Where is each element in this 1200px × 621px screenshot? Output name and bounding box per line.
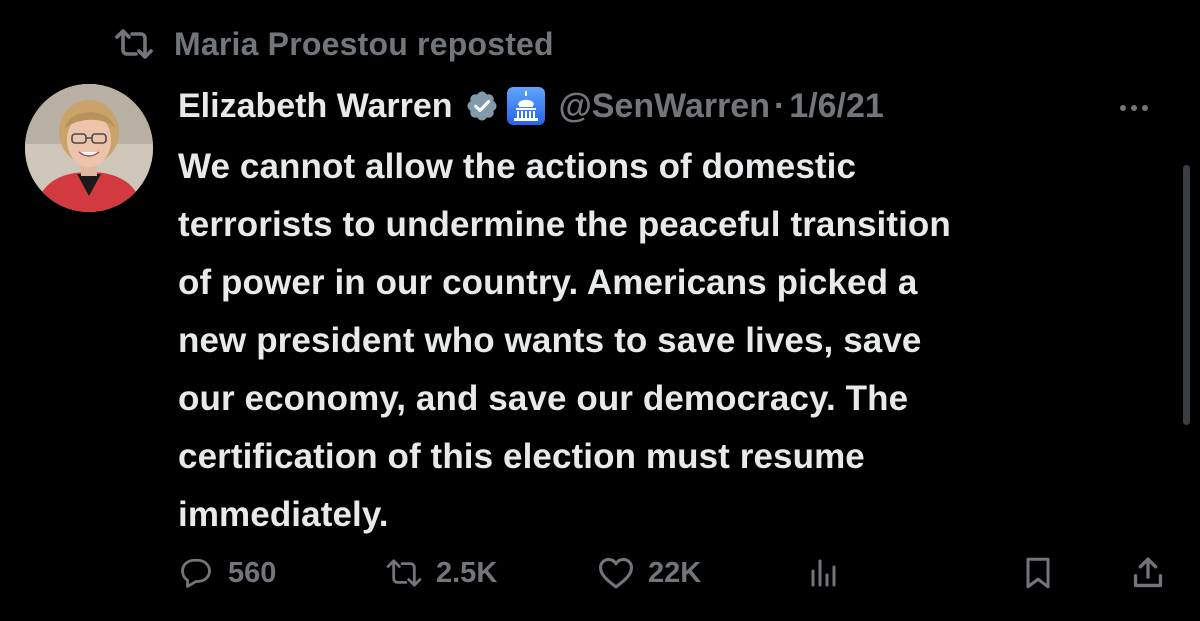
tweet-line: new president who wants to save lives, s… <box>178 321 922 360</box>
share-button[interactable] <box>1128 548 1168 598</box>
repost-text[interactable]: Maria Proestou reposted <box>174 26 554 63</box>
tweet-line: immediately. <box>178 495 389 534</box>
author-name[interactable]: Elizabeth Warren <box>178 87 453 126</box>
tweet-line: certification of this election must resu… <box>178 437 865 476</box>
action-bar: 560 2.5K 22K <box>176 548 1176 598</box>
verified-badge-icon[interactable] <box>465 88 501 124</box>
avatar[interactable] <box>25 84 153 212</box>
share-icon <box>1128 553 1168 593</box>
more-options-icon[interactable] <box>1114 88 1154 128</box>
reply-count: 560 <box>228 556 277 589</box>
repost-indicator[interactable]: Maria Proestou reposted <box>114 22 554 66</box>
like-count: 22K <box>648 556 702 589</box>
heart-icon <box>596 553 636 593</box>
repost-icon <box>114 24 158 64</box>
like-button[interactable]: 22K <box>596 548 701 598</box>
reply-button[interactable]: 560 <box>176 548 276 598</box>
tweet-line: We cannot allow the actions of domestic <box>178 147 857 186</box>
views-icon <box>804 553 844 593</box>
tweet-body: We cannot allow the actions of domestic … <box>178 138 1178 544</box>
bookmark-icon <box>1018 553 1058 593</box>
repost-icon <box>384 553 424 593</box>
author-handle[interactable]: @SenWarren <box>559 87 770 126</box>
tweet-header: Elizabeth Warren @SenWarren · 1/6/21 <box>178 82 1170 130</box>
capitol-building-icon[interactable] <box>506 87 545 125</box>
repost-count: 2.5K <box>436 556 498 589</box>
reply-icon <box>176 553 216 593</box>
views-button[interactable] <box>804 548 844 598</box>
tweet-line: our economy, and save our democracy. The <box>178 379 909 418</box>
tweet-container[interactable]: Maria Proestou reposted Elizabeth Warren… <box>0 0 1200 621</box>
repost-button[interactable]: 2.5K <box>384 548 497 598</box>
tweet-line: terrorists to undermine the peaceful tra… <box>178 205 951 244</box>
tweet-line: of power in our country. Americans picke… <box>178 263 918 302</box>
bookmark-button[interactable] <box>1018 548 1058 598</box>
tweet-date[interactable]: 1/6/21 <box>789 87 884 126</box>
separator-dot: · <box>773 86 786 125</box>
scrollbar[interactable] <box>1183 165 1190 425</box>
